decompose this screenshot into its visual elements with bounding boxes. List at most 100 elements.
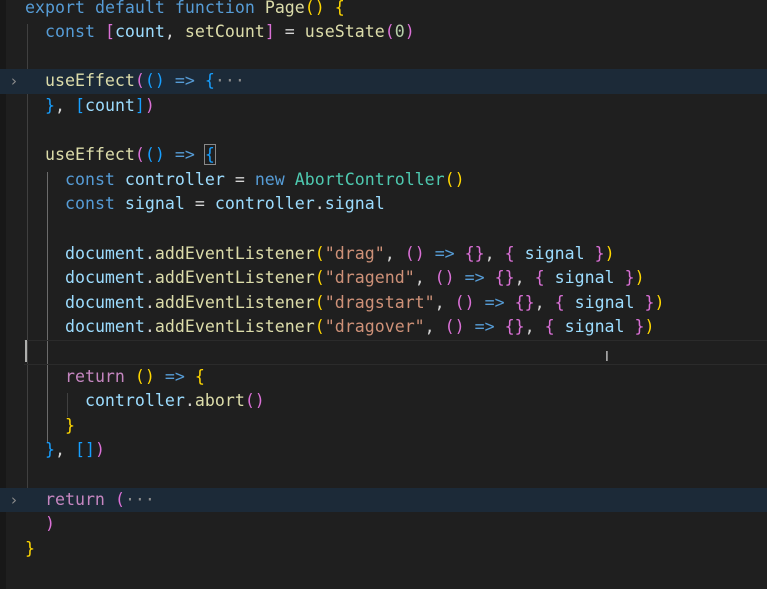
code-token: abort [194,391,245,411]
code-token: () [444,317,465,337]
code-line[interactable]: › useEffect(() => {··· [0,69,767,94]
code-token: () [144,71,165,91]
code-token: signal [524,243,585,263]
code-token: count [84,95,135,115]
code-token: => [484,292,505,312]
code-line[interactable]: } [0,537,767,562]
code-token: , [54,95,75,115]
code-text: export default function Page() { [25,0,345,20]
code-token: ( [384,22,395,42]
code-line[interactable]: } [0,414,767,439]
code-line[interactable]: export default function Page() { [0,0,767,20]
code-token: addEventListener [154,243,315,263]
code-token: } [25,538,35,558]
code-line[interactable]: › return (··· [0,487,767,513]
code-token: ] [264,22,275,42]
code-line[interactable]: const controller = new AbortController() [0,168,767,193]
fold-chevron-icon[interactable]: › [11,69,17,94]
code-token: function [174,0,255,17]
code-token: ) [644,317,655,337]
code-token: ( [314,243,325,263]
code-token: . [314,194,325,214]
folded-ellipsis[interactable]: ··· [125,490,155,509]
code-token: } [634,317,645,337]
text-cursor [25,340,27,362]
code-token: [ [104,22,115,42]
code-token: useState [304,22,385,42]
folded-ellipsis[interactable]: ··· [215,71,245,90]
code-token: ) [144,95,155,115]
code-line[interactable]: document.addEventListener("dragend", () … [0,266,767,291]
code-token: ( [134,71,145,91]
code-token: default [94,0,165,17]
code-line[interactable]: const [count, setCount] = useState(0) [0,20,767,45]
code-token: () [304,0,325,17]
code-token: } [644,292,655,312]
code-token: , [534,292,555,312]
code-line[interactable]: useEffect(() => { [0,143,767,168]
code-token: signal [554,268,615,288]
code-line[interactable]: ) [0,512,767,537]
code-token: signal [574,292,635,312]
code-token: "dragover" [324,317,425,337]
code-text: document.addEventListener("dragstart", (… [25,291,665,316]
code-line[interactable]: document.addEventListener("drag", () => … [0,242,767,267]
code-token: } [64,415,75,435]
code-line[interactable]: const signal = controller.signal [0,192,767,217]
code-token: ) [654,292,665,312]
code-token: const [44,22,95,42]
code-token: {} [504,317,525,337]
code-token: controller [84,391,185,411]
code-token: , [54,440,75,460]
code-text: }, [count]) [25,94,155,119]
code-token: () [444,169,465,189]
code-token: , [514,268,535,288]
code-line[interactable]: }, []) [0,438,767,463]
code-token: {} [494,268,515,288]
code-line[interactable] [0,463,767,488]
code-line[interactable] [0,45,767,70]
code-token: , [484,243,505,263]
code-token: , [164,22,185,42]
code-line[interactable] [0,217,767,242]
code-editor[interactable]: export default function Page() { const [… [0,0,767,589]
code-token: signal [324,194,385,214]
fold-chevron-icon[interactable]: › [11,488,17,513]
code-token: ) [44,514,55,534]
code-line[interactable]: controller.abort() [0,389,767,414]
code-text: } [25,537,35,562]
code-token: => [174,145,195,165]
code-text: useEffect(() => {··· [25,69,245,94]
code-token: export [25,0,85,17]
code-line[interactable]: return () => { [0,365,767,390]
code-token: } [44,440,55,460]
code-line[interactable] [0,339,767,365]
code-line[interactable]: }, [count]) [0,94,767,119]
code-line[interactable]: document.addEventListener("dragstart", (… [0,291,767,316]
code-line[interactable] [0,119,767,144]
code-token: const [64,169,115,189]
code-line[interactable]: document.addEventListener("dragover", ()… [0,315,767,340]
code-token: AbortController [294,169,445,189]
code-text: const controller = new AbortController() [25,168,465,193]
code-token: => [464,268,485,288]
code-token: => [474,317,495,337]
